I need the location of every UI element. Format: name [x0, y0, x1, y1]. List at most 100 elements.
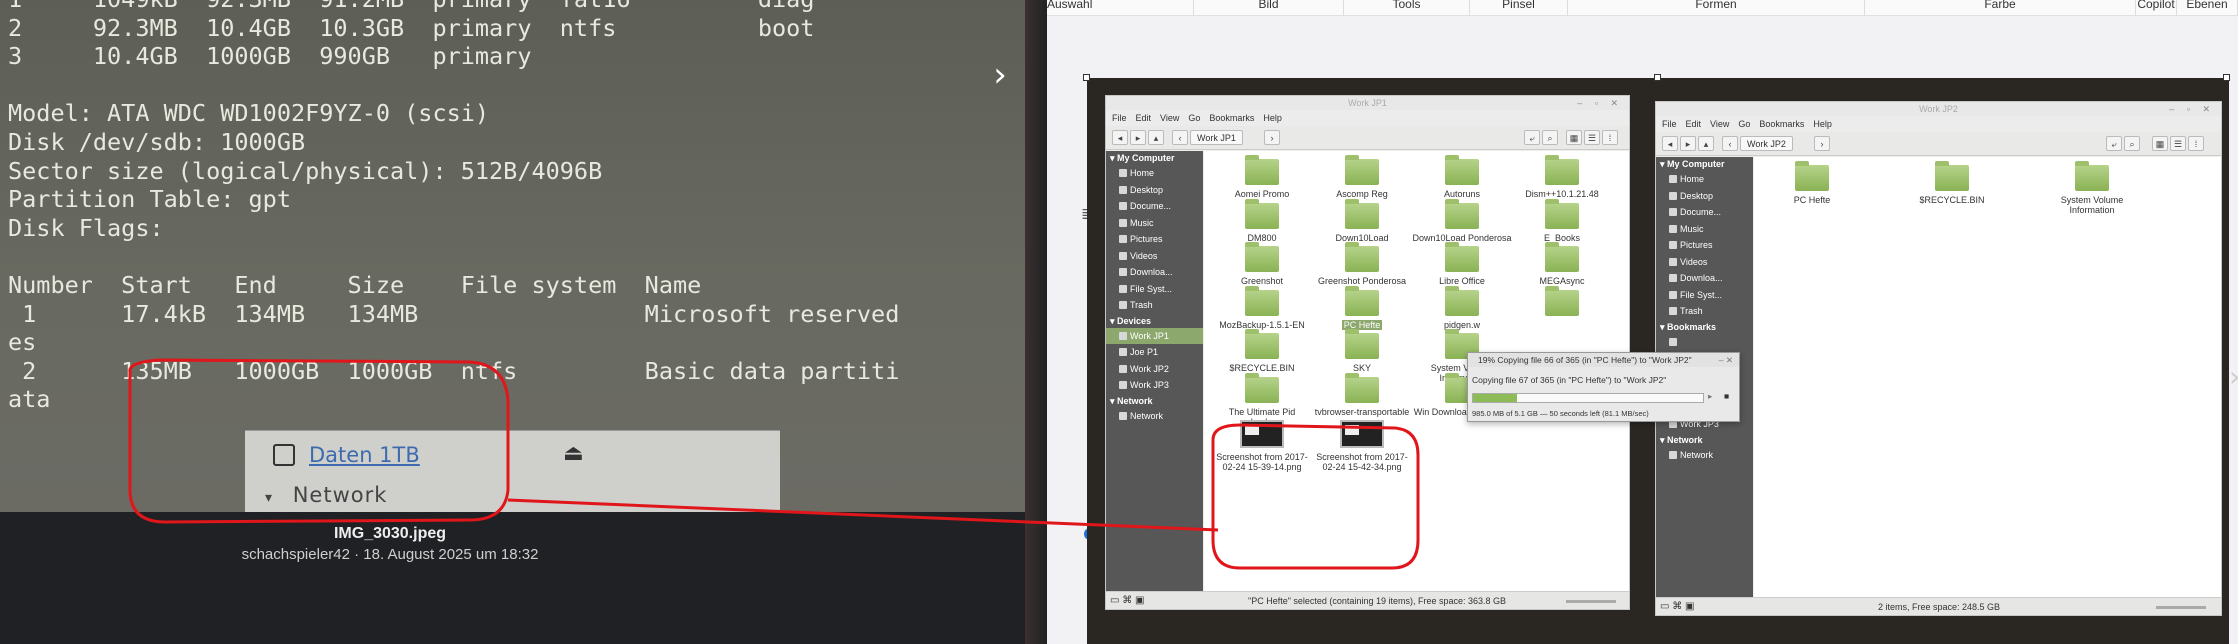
sidebar-item[interactable]: Work JP2 — [1106, 361, 1203, 378]
file-item[interactable]: tvbrowser-transportable — [1312, 372, 1412, 417]
file-item[interactable]: Greenshot Ponderosa — [1312, 242, 1412, 286]
file-item[interactable]: System Volume Information — [2042, 161, 2142, 215]
ribbon-tab[interactable]: Pinsel — [1470, 0, 1568, 16]
chevron-right-icon[interactable]: › — [2229, 360, 2238, 393]
toggle-location-button[interactable]: ⤶ — [2106, 136, 2122, 151]
file-item[interactable]: Ascomp Reg — [1312, 155, 1412, 199]
menu-item[interactable]: File — [1662, 116, 1677, 132]
sidebar-item[interactable]: Music — [1106, 215, 1203, 232]
selection-handle[interactable] — [1654, 74, 1661, 81]
file-item[interactable]: SKY — [1312, 329, 1412, 373]
sidebar-item[interactable]: Downloa... — [1106, 264, 1203, 281]
sidebar-item[interactable]: Work JP1 — [1106, 327, 1203, 344]
file-item[interactable]: Down10Load Ponderosa — [1412, 198, 1512, 243]
menu-item[interactable]: Go — [1188, 110, 1200, 126]
sidebar-item[interactable]: Trash — [1106, 297, 1203, 314]
sidebar-item[interactable]: Videos — [1106, 248, 1203, 265]
file-item[interactable]: $RECYCLE.BIN — [1212, 329, 1312, 373]
menu-item[interactable]: Go — [1738, 116, 1750, 132]
selection-handle[interactable] — [1083, 74, 1090, 81]
ribbon-tab[interactable]: Farbe — [1865, 0, 2136, 16]
sidebar-item[interactable]: Music — [1656, 221, 1753, 238]
menu-item[interactable]: View — [1160, 110, 1179, 126]
file-item[interactable]: Screenshot from 2017-02-24 15-42-34.png — [1312, 420, 1412, 472]
breadcrumb[interactable]: Work JP1 — [1190, 130, 1243, 145]
forward-button[interactable]: ▸ — [1680, 136, 1696, 151]
file-item[interactable]: E_Books — [1512, 198, 1612, 243]
window-controls[interactable]: – ▫ ✕ — [2169, 102, 2215, 116]
sidebar-item[interactable]: Downloa... — [1656, 270, 1753, 287]
stop-button[interactable]: ■ — [1724, 391, 1729, 401]
file-item[interactable]: Greenshot — [1212, 242, 1312, 286]
menu-item[interactable]: File — [1112, 110, 1127, 126]
sidebar-item[interactable]: Network — [1656, 447, 1753, 464]
menu-item[interactable]: Bookmarks — [1759, 116, 1804, 132]
pause-button[interactable]: ▸ — [1708, 391, 1712, 402]
back-button[interactable]: ◂ — [1662, 136, 1678, 151]
sidebar-item[interactable]: Videos — [1656, 254, 1753, 271]
sidebar-toggle-icons[interactable]: ▭ ⌘ ▣ — [1660, 598, 1694, 616]
dialog-controls[interactable]: – ✕ — [1719, 353, 1733, 367]
toggle-location-button[interactable]: ⤶ — [1524, 130, 1540, 145]
file-item[interactable]: MozBackup-1.5.1-EN — [1212, 285, 1312, 330]
sidebar-toggle-icons[interactable]: ▭ ⌘ ▣ — [1110, 592, 1144, 610]
up-button[interactable]: ▴ — [1698, 136, 1714, 151]
search-icon[interactable]: ⌕ — [1542, 130, 1558, 145]
crumb-left-button[interactable]: ‹ — [1172, 130, 1188, 145]
sidebar-item[interactable]: Docume... — [1106, 198, 1203, 215]
sidebar-item[interactable]: Desktop — [1106, 182, 1203, 199]
ribbon-tab[interactable]: Formen — [1568, 0, 1865, 16]
crumb-left-button[interactable]: ‹ — [1722, 136, 1738, 151]
sidebar-item[interactable]: File Syst... — [1656, 287, 1753, 304]
icon-view-button[interactable]: ▦ — [1566, 130, 1582, 145]
sidebar-item[interactable]: Docume... — [1656, 204, 1753, 221]
sidebar-item[interactable]: Desktop — [1656, 188, 1753, 205]
menu-item[interactable]: Help — [1263, 110, 1282, 126]
sidebar-item[interactable]: Joe P1 — [1106, 344, 1203, 361]
search-icon[interactable]: ⌕ — [2124, 136, 2140, 151]
breadcrumb[interactable]: Work JP2 — [1740, 136, 1793, 151]
file-item[interactable]: $RECYCLE.BIN — [1902, 161, 2002, 205]
window-controls[interactable]: – ▫ ✕ — [1577, 96, 1623, 110]
next-photo-button[interactable]: › — [978, 55, 1022, 99]
file-item[interactable]: Dism++10.1.21.48 — [1512, 155, 1612, 199]
compact-view-button[interactable]: ⁞ — [1602, 130, 1618, 145]
selection-handle[interactable] — [2223, 74, 2230, 81]
compact-view-button[interactable]: ⁞ — [2188, 136, 2204, 151]
sidebar-item[interactable]: Pictures — [1106, 231, 1203, 248]
zoom-control[interactable] — [1566, 600, 1616, 603]
file-item[interactable]: DM800 — [1212, 198, 1312, 243]
file-item[interactable]: Aomei Promo — [1212, 155, 1312, 199]
ribbon-tab[interactable]: Ebenen — [2177, 0, 2238, 16]
menu-item[interactable]: Bookmarks — [1209, 110, 1254, 126]
menu-item[interactable]: Help — [1813, 116, 1832, 132]
sidebar-item[interactable]: Network — [1106, 408, 1203, 425]
file-item[interactable]: Screenshot from 2017-02-24 15-39-14.png — [1212, 420, 1312, 472]
ribbon-tab[interactable]: Auswahl — [1047, 0, 1194, 16]
zoom-control[interactable] — [2156, 606, 2206, 609]
file-item[interactable]: Autoruns — [1412, 155, 1512, 199]
sidebar-item[interactable]: Pictures — [1656, 237, 1753, 254]
up-button[interactable]: ▴ — [1148, 130, 1164, 145]
ribbon-tab[interactable]: Bild — [1194, 0, 1344, 16]
sidebar-item[interactable] — [1656, 334, 1753, 351]
sidebar-item[interactable]: File Syst... — [1106, 281, 1203, 298]
file-item[interactable]: The Ultimate Pid checker — [1212, 372, 1312, 427]
file-item[interactable]: MEGAsync — [1512, 242, 1612, 286]
crumb-right-button[interactable]: › — [1814, 136, 1830, 151]
sidebar-item[interactable]: Home — [1656, 171, 1753, 188]
menu-item[interactable]: View — [1710, 116, 1729, 132]
list-view-button[interactable]: ☰ — [1584, 130, 1600, 145]
sidebar-item[interactable]: Home — [1106, 165, 1203, 182]
back-button[interactable]: ◂ — [1112, 130, 1128, 145]
file-item[interactable] — [1512, 285, 1612, 320]
file-item[interactable]: pidgen.w — [1412, 285, 1512, 330]
file-item[interactable]: Down10Load — [1312, 198, 1412, 243]
file-item[interactable]: PC Hefte — [1312, 285, 1412, 330]
ribbon-tab[interactable]: Copilot — [2136, 0, 2177, 16]
menu-item[interactable]: Edit — [1686, 116, 1702, 132]
sidebar-item[interactable]: Trash — [1656, 303, 1753, 320]
sidebar-item[interactable]: Work JP3 — [1106, 377, 1203, 394]
file-item[interactable]: Libre Office — [1412, 242, 1512, 286]
icon-view-button[interactable]: ▦ — [2152, 136, 2168, 151]
